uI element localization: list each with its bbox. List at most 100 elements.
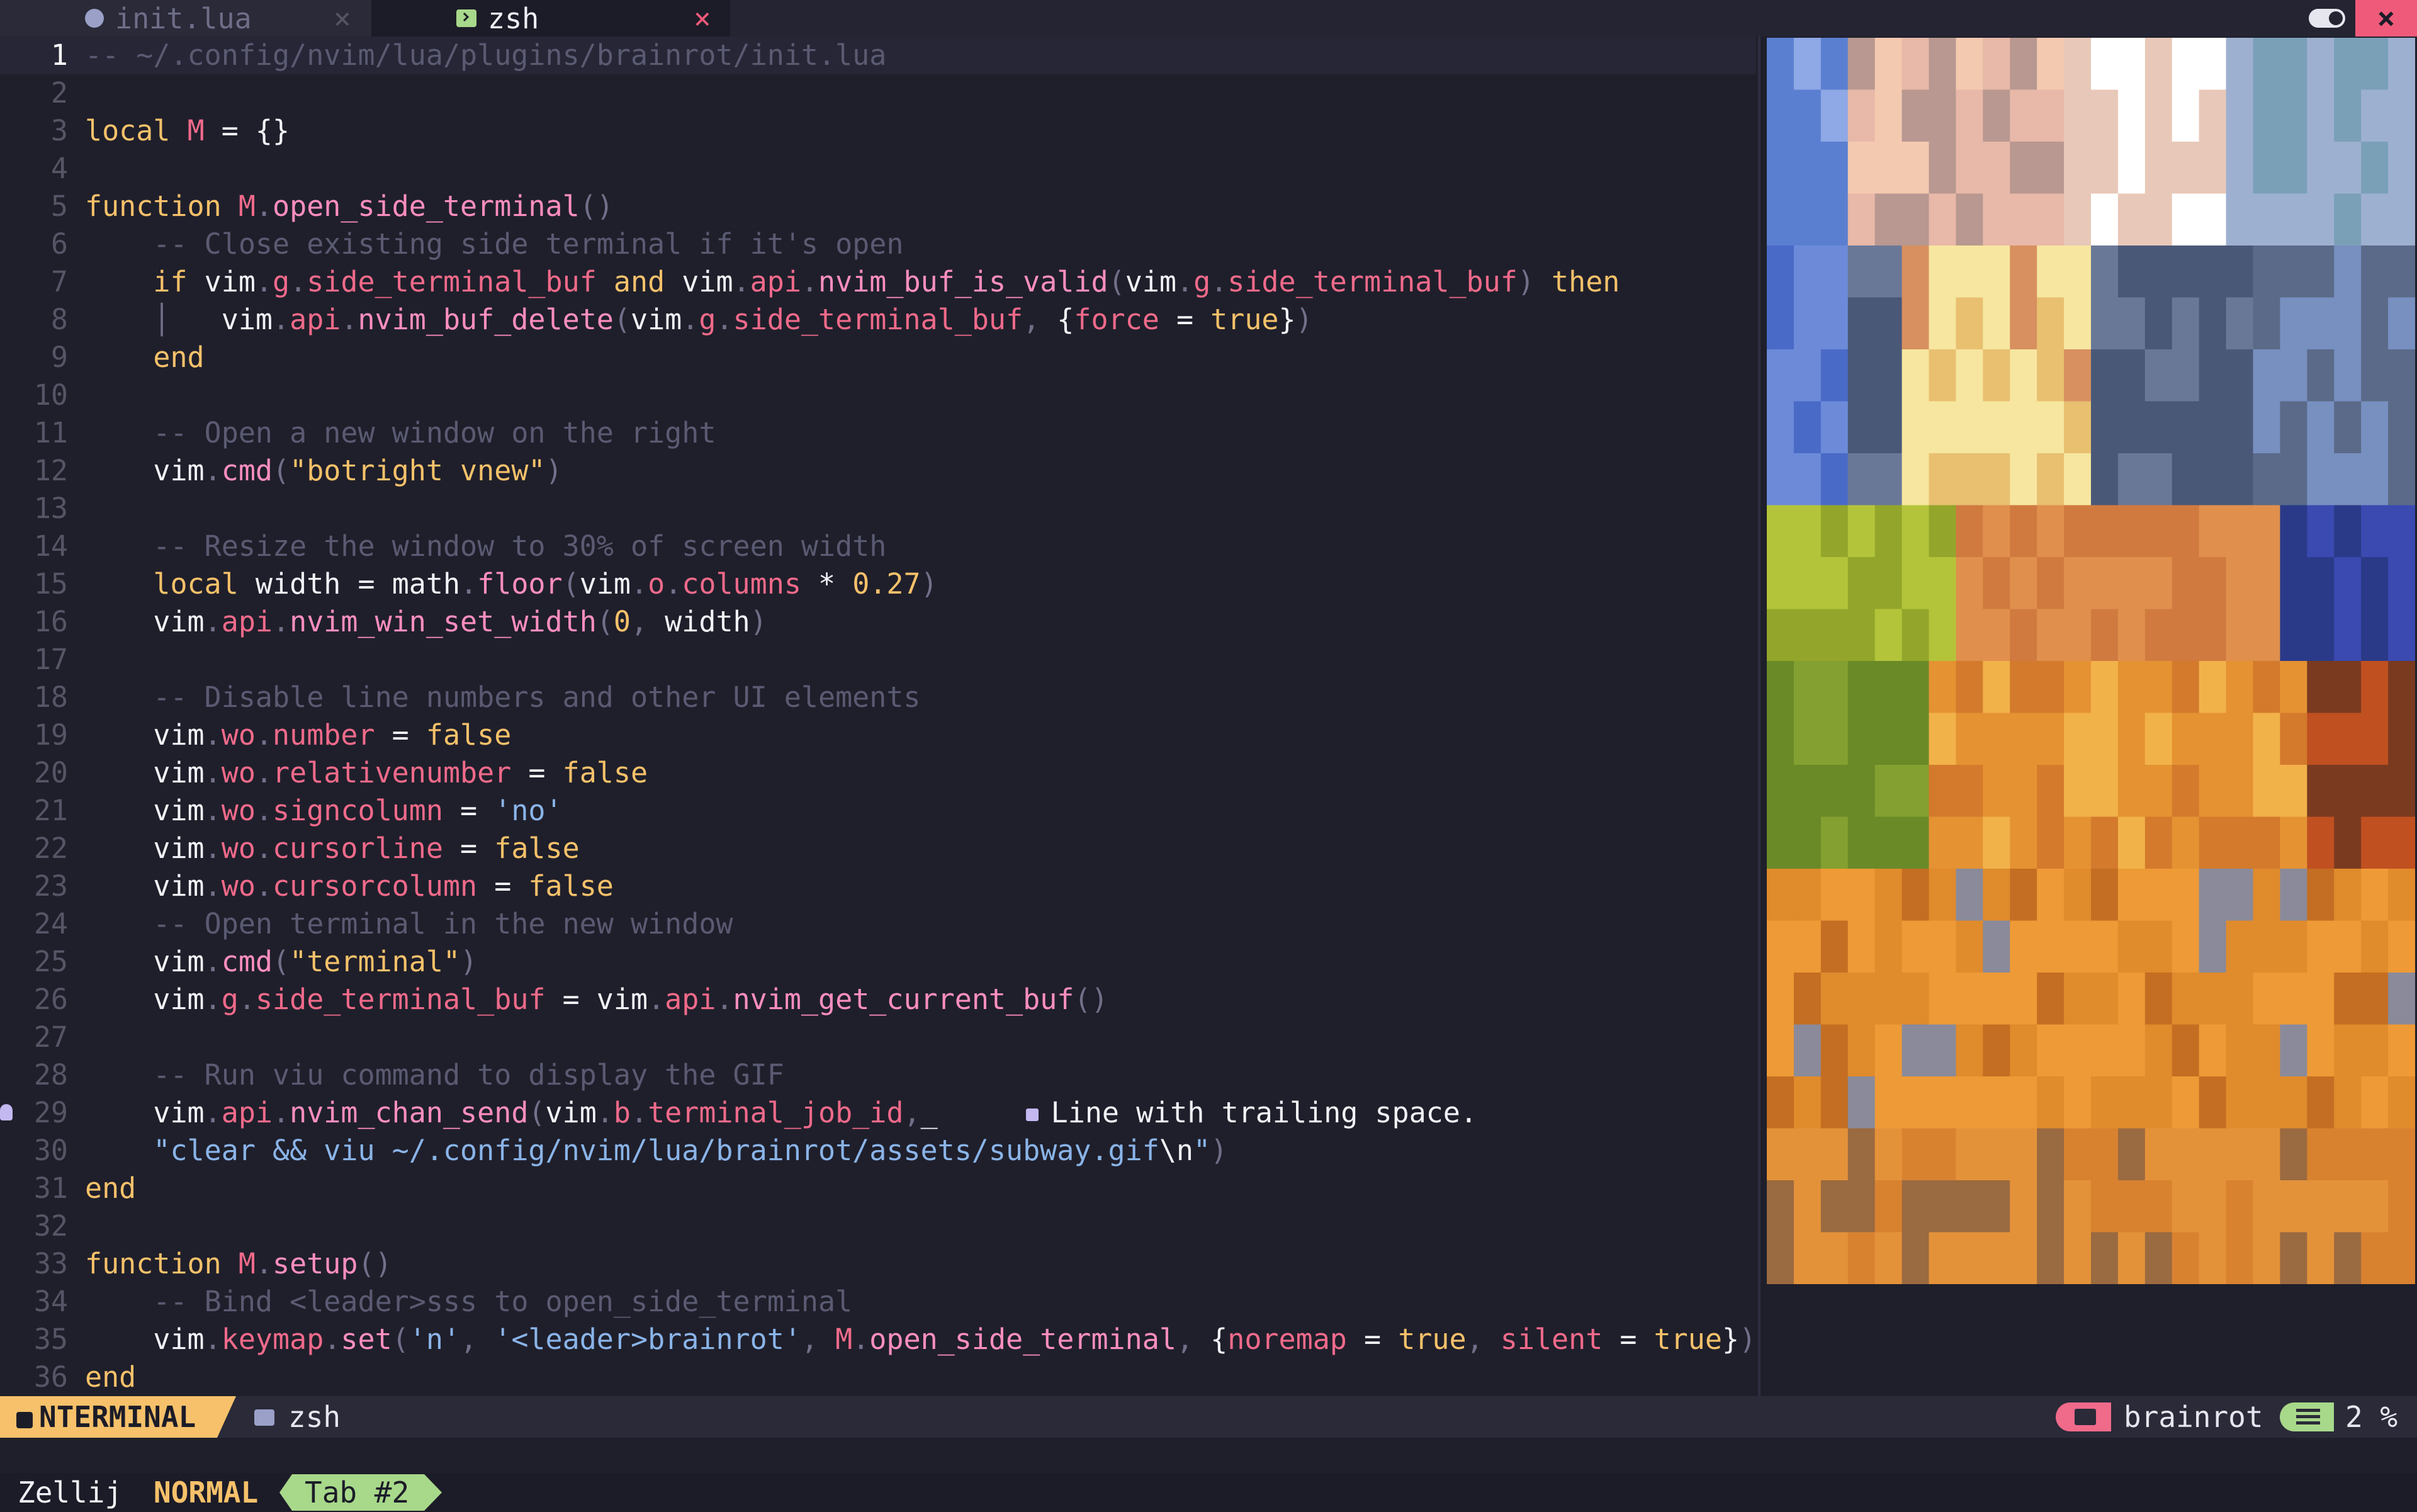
code-line[interactable]: 35 vim.keymap.set('n', '<leader>brainrot…	[0, 1321, 1756, 1358]
tab-zsh[interactable]: zsh ×	[371, 0, 730, 37]
code-line[interactable]: 20 vim.wo.relativenumber = false	[0, 754, 1756, 792]
code-editor[interactable]: 1 -- ~/.config/nvim/lua/plugins/brainrot/…	[0, 37, 1756, 1396]
zellij-tab[interactable]: Tab #2	[279, 1474, 442, 1511]
gif-pixel	[2388, 505, 2415, 558]
code-line[interactable]: 26 vim.g.side_terminal_buf = vim.api.nvi…	[0, 981, 1756, 1018]
code-line[interactable]: 25 vim.cmd("terminal")	[0, 943, 1756, 981]
code-line[interactable]: 27	[0, 1018, 1756, 1056]
code-line[interactable]: 17	[0, 641, 1756, 679]
gif-pixel	[1874, 920, 1903, 973]
close-icon[interactable]: ×	[334, 1, 351, 35]
gif-pixel	[2388, 816, 2415, 869]
code-token: vim	[85, 605, 205, 638]
code-line[interactable]: 31 end	[0, 1170, 1756, 1207]
code-line[interactable]: 32	[0, 1207, 1756, 1245]
gif-pixel	[1793, 505, 1822, 558]
code-line[interactable]: 14 -- Resize the window to 30% of screen…	[0, 528, 1756, 565]
diagnostic-icon	[1025, 1109, 1039, 1121]
gif-pixel	[2253, 193, 2281, 246]
code-line[interactable]: 11 -- Open a new window on the right	[0, 414, 1756, 452]
code-line[interactable]: 22 vim.wo.cursorline = false	[0, 830, 1756, 867]
code-token: =	[1603, 1323, 1654, 1356]
code-line[interactable]: 10	[0, 376, 1756, 414]
code-line[interactable]: 24 -- Open terminal in the new window	[0, 905, 1756, 943]
terminal-pane[interactable]	[1767, 37, 2417, 1396]
code-line[interactable]: 7 if vim.g.side_terminal_buf and vim.api…	[0, 263, 1756, 301]
code-line[interactable]: 12 vim.cmd("botright vnew")	[0, 452, 1756, 490]
code-token: (	[273, 454, 290, 487]
gif-pixel	[1767, 401, 1794, 454]
code-line[interactable]: 34 -- Bind <leader>sss to open_side_term…	[0, 1283, 1756, 1321]
code-line[interactable]: 2	[0, 74, 1756, 112]
code-token: then	[1552, 265, 1620, 298]
code-token: .	[630, 1096, 648, 1129]
code-line[interactable]: 15 local width = math.floor(vim.o.column…	[0, 565, 1756, 603]
code-line[interactable]: 30 "clear && viu ~/.config/nvim/lua/brai…	[0, 1132, 1756, 1170]
gif-pixel	[2144, 245, 2173, 298]
code-line[interactable]: 29 vim.api.nvim_chan_send(vim.b.terminal…	[0, 1094, 1756, 1132]
gif-pixel	[2199, 869, 2227, 922]
code-line[interactable]: 18 -- Disable line numbers and other UI …	[0, 679, 1756, 716]
code-token: M	[238, 1247, 256, 1280]
gif-pixel	[1793, 1024, 1822, 1077]
gif-pixel	[1956, 765, 1983, 818]
code-line[interactable]: 33 function M.setup()	[0, 1245, 1756, 1283]
gif-pixel	[1956, 38, 1983, 91]
gif-pixel	[1901, 920, 1930, 973]
code-line[interactable]: 9 end	[0, 339, 1756, 376]
line-number: 33	[33, 1247, 68, 1280]
code-line[interactable]: 6 -- Close existing side terminal if it'…	[0, 225, 1756, 263]
code-token: .	[255, 1247, 273, 1280]
tab-init-lua[interactable]: init.lua ×	[0, 0, 371, 37]
gif-pixel	[2144, 920, 2173, 973]
code-line[interactable]: 36 end	[0, 1358, 1756, 1396]
code-token: {	[1040, 303, 1074, 336]
code-token: .	[204, 945, 222, 978]
gif-pixel	[1820, 765, 1849, 818]
gif-pixel	[1793, 713, 1822, 765]
gif-pixel	[1820, 869, 1849, 922]
code-line[interactable]: 8 │ vim.api.nvim_buf_delete(vim.g.side_t…	[0, 301, 1756, 339]
gif-pixel	[1983, 557, 2010, 610]
code-text: -- Open terminal in the new window	[85, 905, 733, 943]
gif-pixel	[2280, 713, 2307, 765]
gif-pixel	[1767, 1128, 1794, 1181]
gif-pixel	[2307, 89, 2335, 142]
code-token: ,	[903, 1096, 921, 1129]
window-close-button[interactable]: ×	[2355, 0, 2417, 37]
code-line[interactable]: 23 vim.wo.cursorcolumn = false	[0, 867, 1756, 905]
gif-pixel	[2010, 816, 2037, 869]
gif-pixel	[1901, 297, 1930, 350]
gif-pixel	[2388, 713, 2415, 765]
code-line[interactable]: 5 function M.open_side_terminal()	[0, 188, 1756, 225]
code-line[interactable]: 4	[0, 150, 1756, 188]
gif-pixel	[1983, 245, 2010, 298]
code-line[interactable]: 13	[0, 490, 1756, 528]
toggle-icon[interactable]	[2309, 9, 2345, 28]
code-line[interactable]: 28 -- Run viu command to display the GIF	[0, 1056, 1756, 1094]
code-line[interactable]: 21 vim.wo.signcolumn = 'no'	[0, 792, 1756, 830]
code-line[interactable]: 3 local M = {}	[0, 112, 1756, 150]
gif-pixel	[2064, 1076, 2092, 1129]
close-icon[interactable]: ×	[694, 1, 711, 35]
gif-pixel	[1847, 142, 1876, 195]
gif-pixel	[2091, 1076, 2119, 1129]
code-token: width	[648, 605, 750, 638]
code-token: api	[665, 983, 716, 1016]
gif-pixel	[1956, 297, 1983, 350]
gif-pixel	[2010, 1128, 2037, 1181]
gif-pixel	[1983, 349, 2010, 402]
gif-pixel	[2334, 765, 2362, 818]
line-number: 32	[33, 1209, 68, 1243]
gif-pixel	[1767, 142, 1794, 195]
gif-pixel	[2307, 349, 2335, 402]
mode-separator	[217, 1396, 236, 1438]
line-number: 20	[33, 756, 68, 789]
code-line[interactable]: 16 vim.api.nvim_win_set_width(0, width)	[0, 603, 1756, 641]
code-line[interactable]: 19 vim.wo.number = false	[0, 716, 1756, 754]
gif-pixel	[1820, 245, 1849, 298]
code-line[interactable]: 1 -- ~/.config/nvim/lua/plugins/brainrot/…	[0, 37, 1756, 74]
gif-pixel	[2144, 1180, 2173, 1233]
